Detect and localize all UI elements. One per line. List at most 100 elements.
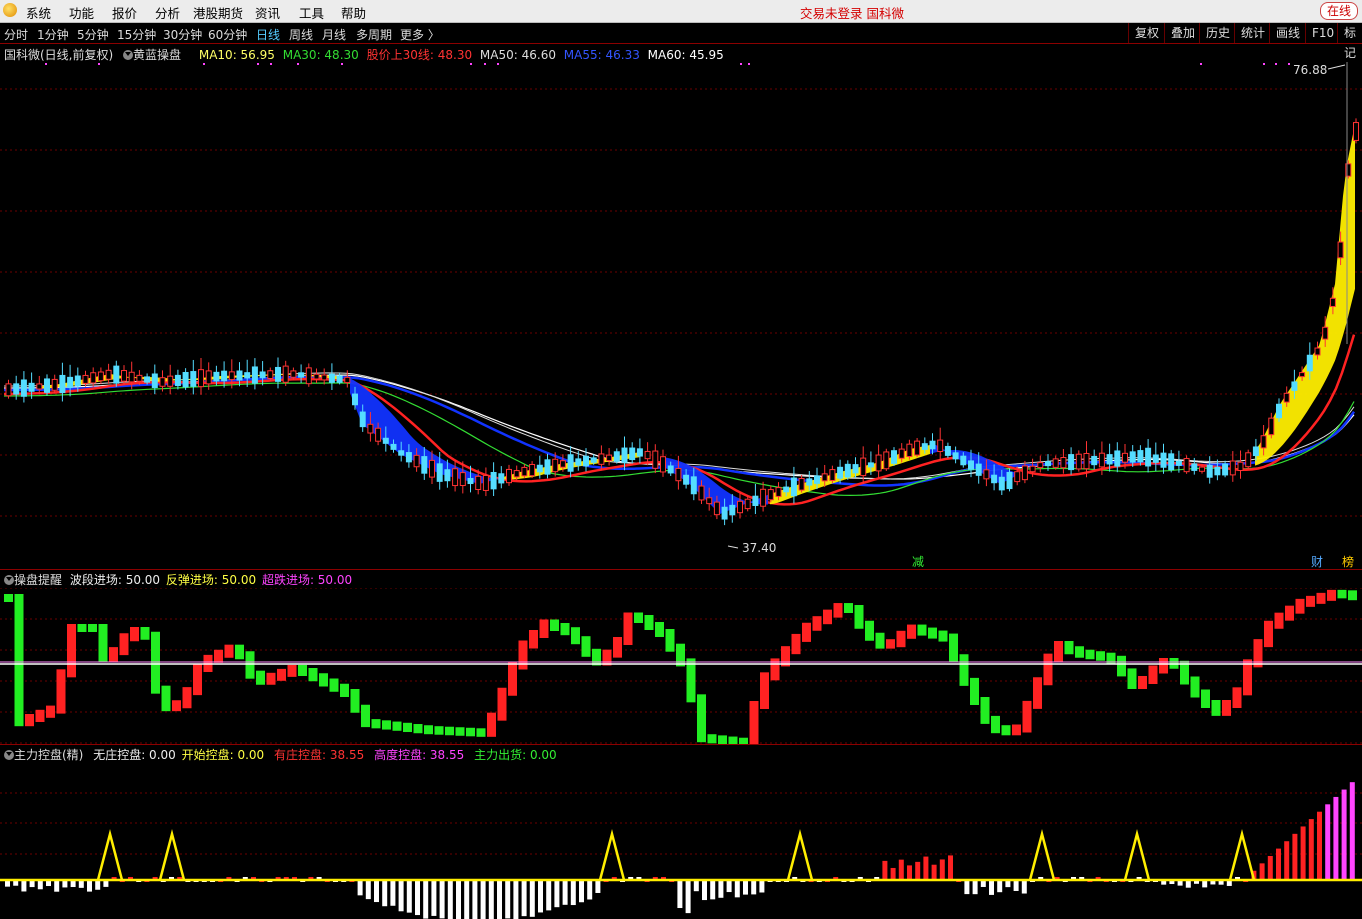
osc-bar-up [109, 647, 118, 662]
tool-mark[interactable]: 标记 [1337, 23, 1362, 60]
tool-stats[interactable]: 统计 [1234, 23, 1271, 43]
panel2-title[interactable]: 操盘提醒 [14, 573, 62, 587]
osc-bar-up [1274, 612, 1284, 629]
candle-body [860, 457, 867, 477]
candlestick-chart[interactable] [0, 44, 1362, 569]
osc-bar-up [529, 630, 538, 649]
tool-history[interactable]: 历史 [1199, 23, 1236, 43]
menu-help[interactable]: 帮助 [341, 3, 366, 22]
menu-news[interactable]: 资讯 [255, 3, 280, 22]
candle-body [190, 371, 197, 387]
control-bar [554, 880, 560, 908]
period-tick[interactable]: 分时 [4, 26, 28, 43]
osc-bar-down [319, 673, 328, 687]
control-bar [87, 880, 92, 892]
menu-system[interactable]: 系统 [26, 3, 51, 22]
osc-bar-down [550, 619, 559, 631]
period-60min[interactable]: 60分钟 [208, 26, 247, 43]
period-30min[interactable]: 30分钟 [163, 26, 202, 43]
event-tag-ranking[interactable]: 榜 [1341, 553, 1355, 570]
candle-body [205, 370, 212, 385]
menu-hk-futures[interactable]: 港股期货 [193, 3, 243, 22]
osc-bar-down [665, 629, 675, 652]
candle-body [744, 498, 751, 510]
candle-body [128, 371, 135, 383]
candle-body [1075, 453, 1082, 470]
osc-bar-down [581, 636, 591, 657]
menu-function[interactable]: 功能 [69, 3, 94, 22]
control-bar [1259, 863, 1265, 880]
control-bar [693, 880, 699, 892]
candle-body [1021, 465, 1028, 481]
menu-tools[interactable]: 工具 [299, 3, 324, 22]
candle-body [752, 495, 759, 506]
oscillator-chart[interactable] [0, 588, 1362, 744]
candle-body [290, 370, 297, 378]
candle-body [891, 450, 897, 464]
control-bar [390, 880, 396, 906]
candle-body [1168, 453, 1175, 471]
candle-body [151, 373, 158, 389]
osc-bar-up [1264, 620, 1273, 648]
tool-adjust[interactable]: 复权 [1128, 23, 1165, 43]
tool-overlay[interactable]: 叠加 [1164, 23, 1201, 43]
osc-bar-up [1033, 677, 1042, 709]
candle-body [413, 454, 420, 468]
osc-bar-down [865, 620, 874, 641]
candle-body [529, 463, 536, 477]
tool-f10[interactable]: F10 [1305, 23, 1340, 43]
control-bar [1333, 796, 1339, 880]
osc-bar-down [308, 668, 318, 682]
candle-body [775, 487, 782, 497]
control-bar [480, 880, 486, 919]
osc-bar-down [245, 651, 255, 679]
period-5min[interactable]: 5分钟 [77, 26, 109, 43]
control-bar [702, 880, 707, 901]
online-status-button[interactable]: 在线 [1319, 2, 1358, 20]
period-monthly[interactable]: 月线 [322, 26, 346, 43]
osc-bar-down [854, 605, 864, 629]
osc-bar-up [896, 630, 906, 648]
event-tag-finance[interactable]: 财 [1310, 553, 1324, 570]
period-1min[interactable]: 1分钟 [37, 26, 69, 43]
osc-bar-up [1306, 595, 1315, 607]
candle-body [790, 477, 797, 497]
osc-bar-up [277, 668, 286, 681]
collapse-icon[interactable] [4, 749, 14, 760]
collapse-icon[interactable] [4, 574, 14, 585]
period-15min[interactable]: 15分钟 [117, 26, 156, 43]
candle-body [1322, 326, 1329, 340]
control-chart[interactable] [0, 762, 1362, 919]
osc-bar-down [718, 735, 727, 744]
control-bar [1276, 848, 1281, 880]
candle-body [729, 504, 736, 516]
candle-body [1252, 446, 1259, 457]
candle-body [683, 474, 690, 485]
tool-draw[interactable]: 画线 [1269, 23, 1306, 43]
candle-body [975, 463, 982, 476]
menu-quote[interactable]: 报价 [112, 3, 137, 22]
panel3-legend: 主力控盘(精) 无庄控盘: 0.00 开始控盘: 0.00 有庄控盘: 38.5… [4, 746, 557, 763]
candle-body [1191, 463, 1198, 471]
control-bar [464, 880, 470, 919]
event-tag-reduce[interactable]: 减 [911, 553, 925, 570]
osc-bar-up [749, 701, 759, 744]
candle-body [20, 379, 27, 397]
panel-divider [0, 569, 1362, 570]
osc-bar-down [928, 627, 937, 639]
osc-bar-up [907, 624, 916, 639]
osc-bar-down [455, 727, 465, 736]
period-more[interactable]: 更多 〉 [400, 26, 440, 43]
period-daily[interactable]: 日线 [256, 26, 280, 43]
period-weekly[interactable]: 周线 [289, 26, 313, 43]
osc-bar-up [760, 672, 769, 709]
period-multi[interactable]: 多周期 [356, 26, 392, 43]
candle-body [1337, 241, 1344, 259]
control-bar [972, 880, 978, 895]
candle-body [305, 367, 312, 385]
osc-bar-down [140, 627, 150, 640]
signal-dot [341, 63, 343, 65]
menu-analysis[interactable]: 分析 [155, 3, 180, 22]
osc-bar-up [623, 612, 633, 645]
panel3-title[interactable]: 主力控盘(精) [14, 748, 83, 762]
